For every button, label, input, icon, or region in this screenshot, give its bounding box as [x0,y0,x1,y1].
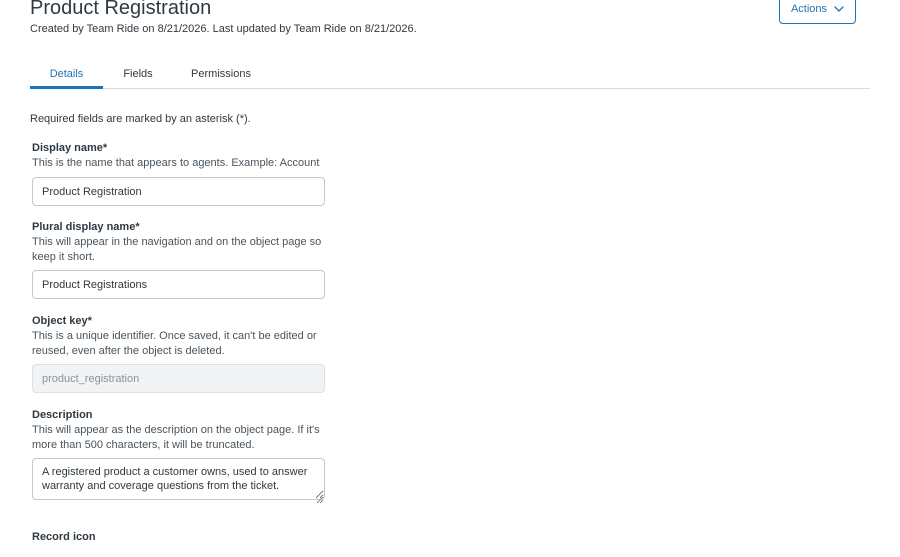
object-key-label: Object key* [32,315,92,327]
tab-bar: Details Fields Permissions [30,62,870,89]
actions-button[interactable]: Actions [779,0,856,24]
display-name-input[interactable] [32,177,325,206]
display-name-help: This is the name that appears to agents.… [32,157,320,169]
display-name-label: Display name* [32,142,108,154]
object-key-input [32,364,325,393]
required-fields-note: Required fields are marked by an asteris… [30,113,251,125]
tab-details[interactable]: Details [30,62,103,89]
tab-fields[interactable]: Fields [108,62,168,89]
page-title: Product Registration [30,0,212,19]
plural-display-name-help: This will appear in the navigation and o… [32,236,322,263]
plural-display-name-label: Plural display name* [32,221,140,233]
actions-button-label: Actions [790,3,828,15]
description-help: This will appear as the description on t… [32,424,320,451]
description-textarea[interactable]: A registered product a customer owns, us… [32,458,325,500]
plural-display-name-input[interactable] [32,270,325,299]
resize-grip-icon[interactable] [316,491,324,504]
page-meta: Created by Team Ride on 8/21/2026. Last … [30,23,417,35]
record-icon-label: Record icon [32,531,96,543]
chevron-down-icon [834,6,844,12]
tab-permissions[interactable]: Permissions [178,62,264,89]
object-details-page: Product Registration Created by Team Rid… [0,0,900,557]
object-key-help: This is a unique identifier. Once saved,… [32,330,317,357]
description-label: Description [32,409,93,421]
